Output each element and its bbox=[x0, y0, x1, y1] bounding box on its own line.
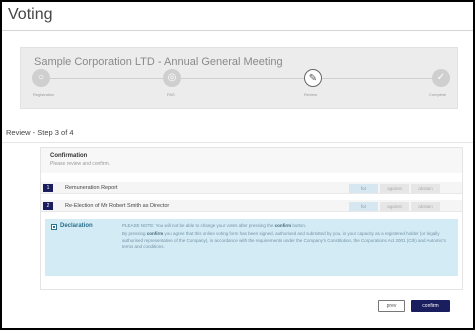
declaration-label: Declaration bbox=[60, 223, 93, 229]
resolution-row: 2 Re-Election of Mr Robert Smith as Dire… bbox=[41, 200, 462, 212]
vote-against-button[interactable]: against bbox=[380, 183, 409, 193]
step-registration-label: Registration bbox=[33, 92, 55, 97]
step-pas-label: PAS bbox=[167, 92, 175, 97]
note-suffix: button. bbox=[291, 223, 307, 228]
content-divider bbox=[2, 142, 473, 143]
declaration-checkbox[interactable] bbox=[51, 224, 57, 230]
step-complete-icon: ✓ bbox=[432, 69, 450, 87]
step-review-icon: ✎ bbox=[304, 69, 322, 87]
body-prefix: By pressing bbox=[122, 231, 147, 237]
vote-for-button[interactable]: for bbox=[349, 201, 378, 211]
note-bold: confirm bbox=[274, 223, 292, 228]
confirmation-title: Confirmation bbox=[50, 153, 88, 159]
step-review-label: Review bbox=[304, 92, 318, 97]
step-complete-label: Complete bbox=[429, 92, 447, 97]
review-card: Confirmation Please review and confirm. … bbox=[40, 147, 463, 290]
prev-button[interactable]: prev bbox=[378, 300, 405, 312]
progress-line bbox=[41, 78, 437, 79]
vote-abstain-button[interactable]: abstain bbox=[411, 201, 440, 211]
vote-against-button[interactable]: against bbox=[380, 201, 409, 211]
resolution-text: Re-Election of Mr Robert Smith as Direct… bbox=[65, 203, 170, 209]
declaration-panel: Declaration PLEASE NOTE: You will not be… bbox=[45, 219, 458, 276]
title-divider bbox=[2, 30, 473, 31]
confirmation-subtitle: Please review and confirm. bbox=[50, 161, 111, 167]
review-heading: Review - Step 3 of 4 bbox=[6, 128, 74, 137]
body-bold: confirm bbox=[146, 231, 164, 237]
step-pas-icon: ◎ bbox=[163, 69, 181, 87]
note-prefix: PLEASE NOTE: You will not be able to cha… bbox=[122, 223, 275, 228]
resolution-row: 1 Remuneration Report for against abstai… bbox=[41, 182, 462, 194]
resolution-text: Remuneration Report bbox=[65, 185, 118, 191]
resolution-number: 1 bbox=[43, 184, 53, 192]
page-title: Voting bbox=[8, 6, 53, 23]
vote-for-button[interactable]: for bbox=[349, 183, 378, 193]
declaration-text: PLEASE NOTE: You will not be able to cha… bbox=[122, 223, 448, 253]
confirmation-header: Confirmation Please review and confirm. bbox=[41, 148, 462, 173]
declaration-note: PLEASE NOTE: You will not be able to cha… bbox=[122, 223, 448, 229]
vote-abstain-button[interactable]: abstain bbox=[411, 183, 440, 193]
body-suffix: you agree that this online voting form h… bbox=[122, 231, 446, 250]
step-registration-icon: ○ bbox=[32, 69, 50, 87]
declaration-body: By pressing confirm you agree that this … bbox=[122, 231, 448, 250]
resolution-number: 2 bbox=[43, 202, 53, 210]
meeting-header: Sample Corporation LTD - Annual General … bbox=[20, 47, 458, 109]
confirm-button[interactable]: confirm bbox=[411, 300, 450, 312]
meeting-title: Sample Corporation LTD - Annual General … bbox=[34, 56, 283, 68]
voting-window: Voting Sample Corporation LTD - Annual G… bbox=[2, 2, 473, 328]
